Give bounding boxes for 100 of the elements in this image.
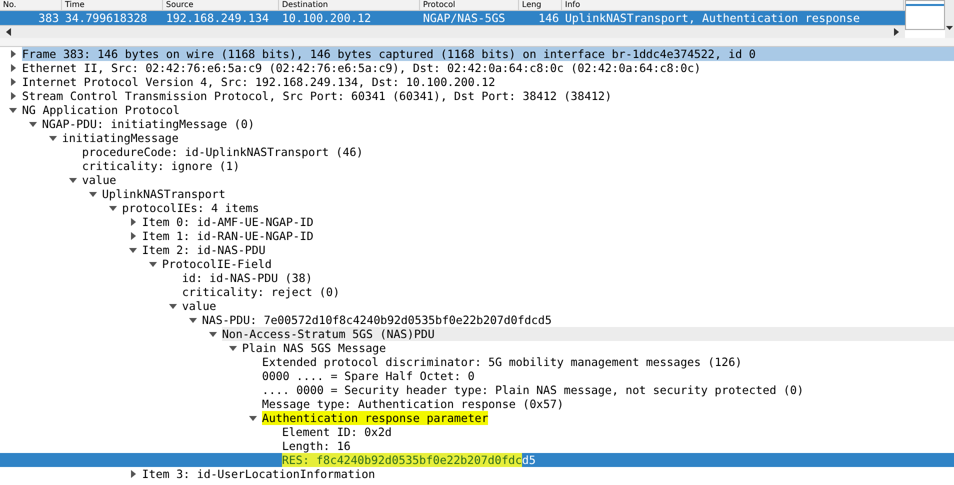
column-header[interactable]: Leng [519, 0, 562, 10]
tree-item-text: initiatingMessage [62, 131, 179, 145]
tree-item-text: protocolIEs: 4 items [122, 201, 260, 215]
tree-row[interactable]: criticality: reject (0) [0, 285, 954, 299]
column-header[interactable]: Protocol [420, 0, 519, 10]
column-header[interactable]: Source [163, 0, 279, 10]
column-header[interactable]: Info [562, 0, 904, 10]
tree-row[interactable]: Authentication response parameter [0, 411, 954, 425]
tree-row[interactable]: NAS-PDU: 7e00572d10f8c4240b92d0535bf0e22b207d0fdcd5 [0, 313, 954, 327]
packet-cell-text: 192.168.249.134 [165, 11, 270, 25]
tree-row[interactable]: Ethernet II, Src: 02:42:76:e6:5a:c9 (02:42:76:e6:5a:c9), Dst: 02:42:0a:64:c8:0c (02:42:0a:64:c8:0c) [0, 61, 954, 75]
tree-item-text: Item 2: id-NAS-PDU [142, 243, 266, 257]
tree-item-text: procedureCode: id-UplinkNASTransport (46) [82, 145, 364, 159]
expanded-arrow-icon[interactable] [249, 416, 257, 420]
tree-item-text: Extended protocol discriminator: 5G mobility management messages (126) [262, 355, 742, 369]
tree-row[interactable]: initiatingMessage [0, 131, 954, 145]
tree-row[interactable]: Plain NAS 5GS Message [0, 341, 954, 355]
tree-row[interactable]: NG Application Protocol [0, 103, 954, 117]
tree-item-text: Message type: Authentication response (0x57) [262, 397, 564, 411]
collapsed-arrow-icon[interactable] [10, 92, 16, 100]
tree-item-text: Stream Control Transmission Protocol, Src Port: 60341 (60341), Dst Port: 38412 (38412) [22, 89, 612, 103]
tree-row[interactable]: Non-Access-Stratum 5GS (NAS)PDU [0, 327, 954, 341]
vertical-scrollbar[interactable] [945, 0, 954, 38]
tree-row[interactable]: value [0, 299, 954, 313]
tree-row[interactable]: Item 0: id-AMF-UE-NGAP-ID [0, 215, 954, 229]
tree-row[interactable]: protocolIEs: 4 items [0, 201, 954, 215]
tree-row[interactable]: Length: 16 [0, 439, 954, 453]
packet-cell-text: 146 [537, 11, 560, 25]
packet-cell-text: NGAP/NAS-5GS [422, 11, 506, 25]
tree-item-text: NGAP-PDU: initiatingMessage (0) [42, 117, 255, 131]
expanded-arrow-icon[interactable] [229, 346, 237, 350]
tree-row[interactable]: value [0, 173, 954, 187]
tree-item-text: Length: 16 [282, 439, 351, 453]
tree-item-text: criticality: reject (0) [182, 285, 340, 299]
expanded-arrow-icon[interactable] [129, 248, 137, 252]
tree-row[interactable]: UplinkNASTransport [0, 187, 954, 201]
expanded-arrow-icon[interactable] [89, 192, 97, 196]
scroll-left-icon[interactable] [6, 28, 11, 36]
packet-cell-text: UplinkNASTransport, Authentication response [564, 11, 861, 25]
tree-item-text: Item 3: id-UserLocationInformation [142, 467, 376, 481]
tree-row[interactable]: Stream Control Transmission Protocol, Src Port: 60341 (60341), Dst Port: 38412 (38412) [0, 89, 954, 103]
expanded-arrow-icon[interactable] [109, 206, 117, 210]
tree-item-text: .... 0000 = Security header type: Plain NAS message, not security protected (0) [262, 383, 804, 397]
tree-row[interactable]: RES: f8c4240b92d0535bf0e22b207d0fdcd5 [0, 453, 954, 467]
tree-item-text: UplinkNASTransport [102, 187, 226, 201]
tree-item-text: NAS-PDU: 7e00572d10f8c4240b92d0535bf0e22b207d0fdcd5 [202, 313, 552, 327]
collapsed-arrow-icon[interactable] [130, 470, 136, 478]
tree-item-text: Element ID: 0x2d [282, 425, 392, 439]
expanded-arrow-icon[interactable] [209, 332, 217, 336]
column-header[interactable]: Time [62, 0, 163, 10]
tree-row[interactable]: Item 3: id-UserLocationInformation [0, 467, 954, 481]
tree-row[interactable]: Message type: Authentication response (0x57) [0, 397, 954, 411]
tree-item-text: Plain NAS 5GS Message [242, 341, 386, 355]
tree-item-text: value [182, 299, 216, 313]
collapsed-arrow-icon[interactable] [10, 78, 16, 86]
tree-item-text: id: id-NAS-PDU (38) [182, 271, 312, 285]
collapsed-arrow-icon[interactable] [130, 218, 136, 226]
collapsed-arrow-icon[interactable] [130, 232, 136, 240]
tree-row[interactable]: Element ID: 0x2d [0, 425, 954, 439]
tree-row[interactable]: criticality: ignore (1) [0, 159, 954, 173]
column-header[interactable]: No. [0, 0, 62, 10]
column-header[interactable]: Destination [279, 0, 420, 10]
packet-minimap[interactable] [905, 0, 945, 30]
tree-row[interactable]: id: id-NAS-PDU (38) [0, 271, 954, 285]
scroll-down-icon[interactable] [946, 26, 953, 30]
tree-row[interactable]: Item 2: id-NAS-PDU [0, 243, 954, 257]
packet-cell-text: 10.100.200.12 [281, 11, 372, 25]
collapsed-arrow-icon[interactable] [10, 50, 16, 58]
expanded-arrow-icon[interactable] [29, 122, 37, 126]
horizontal-scrollbar[interactable] [0, 25, 905, 38]
tree-row[interactable]: procedureCode: id-UplinkNASTransport (46) [0, 145, 954, 159]
tree-row[interactable]: Extended protocol discriminator: 5G mobility management messages (126) [0, 355, 954, 369]
packet-cell-text: 383 [37, 11, 60, 25]
tree-row[interactable]: Internet Protocol Version 4, Src: 192.168.249.134, Dst: 10.100.200.12 [0, 75, 954, 89]
tree-item-text: value [82, 173, 116, 187]
tree-item-text: Internet Protocol Version 4, Src: 192.168.249.134, Dst: 10.100.200.12 [22, 75, 496, 89]
tree-item-text: Item 0: id-AMF-UE-NGAP-ID [142, 215, 314, 229]
tree-item-text: Authentication response parameter [262, 411, 488, 425]
expanded-arrow-icon[interactable] [189, 318, 197, 322]
tree-row[interactable]: NGAP-PDU: initiatingMessage (0) [0, 117, 954, 131]
tree-item-text: RES: f8c4240b92d0535bf0e22b207d0fdcd5 [282, 453, 536, 467]
tree-item-text: 0000 .... = Spare Half Octet: 0 [262, 369, 475, 383]
tree-item-text: Non-Access-Stratum 5GS (NAS)PDU [222, 327, 954, 341]
expanded-arrow-icon[interactable] [169, 304, 177, 308]
tree-row[interactable]: .... 0000 = Security header type: Plain NAS message, not security protected (0) [0, 383, 954, 397]
expanded-arrow-icon[interactable] [9, 108, 17, 112]
packet-cell-text: 34.799618328 [64, 11, 148, 25]
tree-item-text: NG Application Protocol [22, 103, 180, 117]
expanded-arrow-icon[interactable] [49, 136, 57, 140]
tree-item-text: criticality: ignore (1) [82, 159, 240, 173]
collapsed-arrow-icon[interactable] [10, 64, 16, 72]
tree-row[interactable]: Item 1: id-RAN-UE-NGAP-ID [0, 229, 954, 243]
tree-item-text: Ethernet II, Src: 02:42:76:e6:5a:c9 (02:42:76:e6:5a:c9), Dst: 02:42:0a:64:c8:0c (02:42:0a:64:c8:0c) [22, 61, 701, 75]
expanded-arrow-icon[interactable] [149, 262, 157, 266]
tree-row[interactable]: ProtocolIE-Field [0, 257, 954, 271]
scroll-right-icon[interactable] [894, 28, 899, 36]
tree-row[interactable]: 0000 .... = Spare Half Octet: 0 [0, 369, 954, 383]
tree-item-text: ProtocolIE-Field [162, 257, 272, 271]
packet-row[interactable]: 383 34.799618328 192.168.249.134 10.100.200.12 NGAP/NAS-5GS 146 UplinkNASTransport, Authentication response [0, 11, 905, 25]
expanded-arrow-icon[interactable] [69, 178, 77, 182]
